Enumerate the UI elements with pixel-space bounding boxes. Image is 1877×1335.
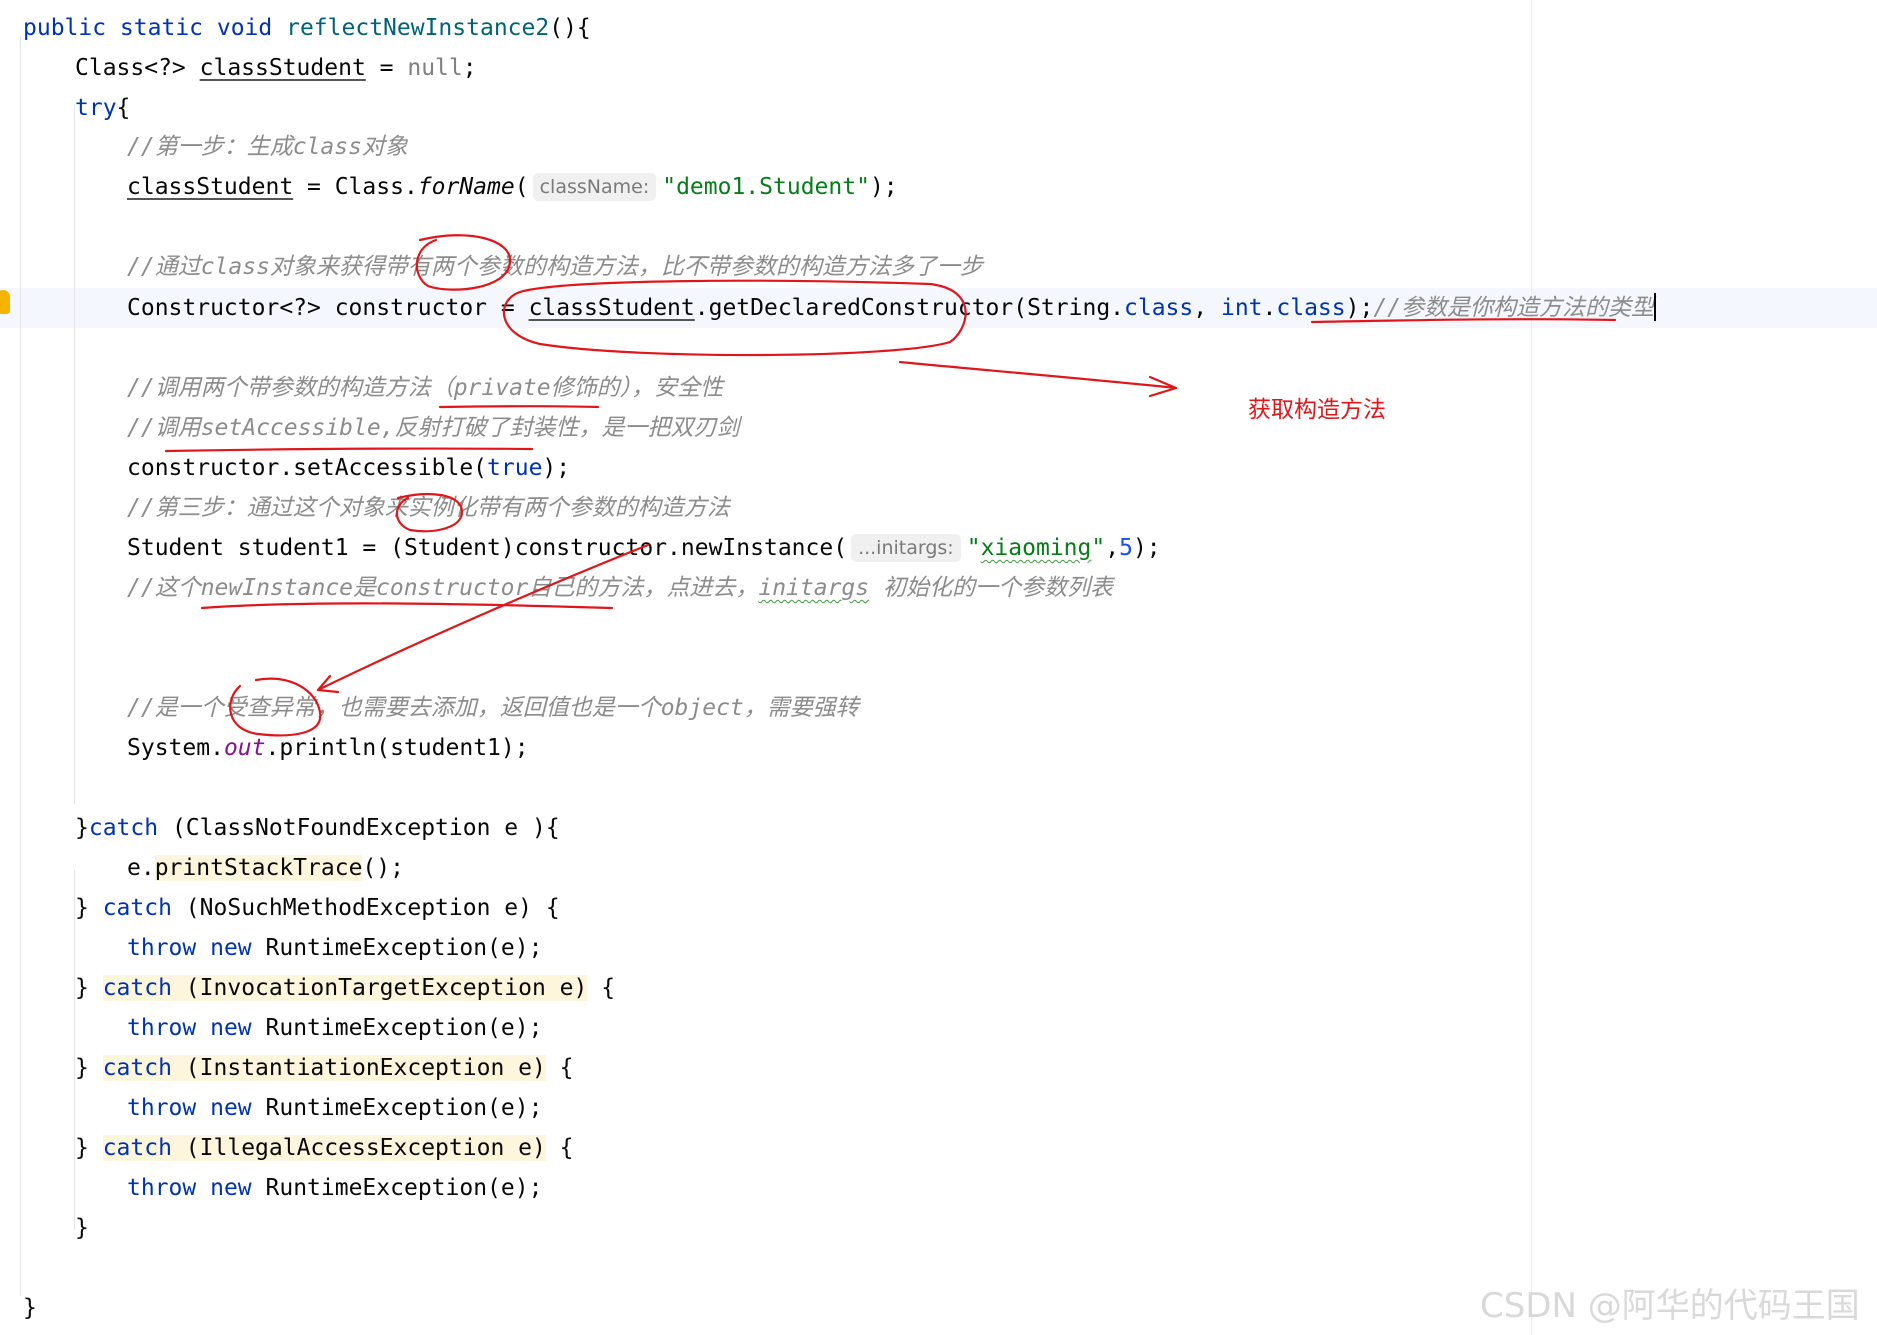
parameter-hint: className: [532, 173, 657, 201]
comment-line[interactable]: //是一个受查异常，也需要去添加，返回值也是一个object，需要强转 [127, 688, 859, 728]
method-params: (){ [549, 15, 591, 41]
comment-line[interactable]: //调用setAccessible,反射打破了封装性，是一把双刃剑 [127, 408, 740, 448]
code-line-catch[interactable]: }catch (ClassNotFoundException e ){ [75, 808, 560, 848]
code-line-forname[interactable]: classStudent = Class.forName(className: "… [127, 167, 898, 207]
null-keyword: null [407, 55, 463, 81]
variable-classStudent: classStudent [528, 295, 695, 321]
try-keyword: try [75, 95, 117, 121]
code-line-try-close[interactable]: } [75, 1208, 89, 1248]
code-line-throw[interactable]: throw new RuntimeException(e); [127, 1088, 542, 1128]
code-line-throw[interactable]: throw new RuntimeException(e); [127, 928, 542, 968]
number-literal: 5 [1119, 535, 1133, 561]
code-line-method-signature[interactable]: public static void reflectNewInstance2()… [23, 8, 591, 48]
code-line-println[interactable]: System.out.println(student1); [127, 728, 529, 768]
code-line-new-instance[interactable]: Student student1 = (Student)constructor.… [127, 528, 1161, 568]
code-line-throw[interactable]: throw new RuntimeException(e); [127, 1168, 542, 1208]
inline-comment: //参数是你构造方法的类型 [1373, 295, 1655, 321]
parameter-hint: ...initargs: [851, 534, 961, 562]
comment-line[interactable]: //第一步：生成class对象 [127, 127, 408, 167]
string-literal: xiaoming [980, 535, 1092, 561]
text-caret [1654, 293, 1657, 321]
watermark: CSDN @阿华的代码王国 [1480, 1286, 1860, 1326]
code-line-print-stack-trace[interactable]: e.printStackTrace(); [127, 848, 404, 888]
code-line-set-accessible[interactable]: constructor.setAccessible(true); [127, 448, 570, 488]
method-printStackTrace: printStackTrace [154, 855, 363, 881]
indent-guide [74, 104, 75, 804]
comment-line[interactable]: //第三步：通过这个对象来实例化带有两个参数的构造方法 [127, 488, 730, 528]
code-line-get-constructor[interactable]: Constructor<?> constructor = classStuden… [127, 288, 1657, 328]
static-field-out: out [223, 735, 266, 761]
code-line-declare-class[interactable]: Class<?> classStudent = null; [75, 48, 477, 88]
variable-classStudent: classStudent [127, 174, 294, 200]
catch-keyword: catch [88, 815, 159, 841]
code-line-catch[interactable]: } catch (InvocationTargetException e) { [75, 968, 615, 1008]
code-line-catch[interactable]: } catch (IllegalAccessException e) { [75, 1128, 574, 1168]
code-line-catch[interactable]: } catch (InstantiationException e) { [75, 1048, 574, 1088]
code-line-method-close[interactable]: } [23, 1288, 37, 1328]
method-forName: forName [417, 174, 515, 200]
lightbulb-icon[interactable] [0, 290, 10, 314]
string-literal: "demo1.Student" [662, 174, 870, 200]
code-line-try[interactable]: try{ [75, 88, 130, 128]
modifier-keywords: public static void [23, 15, 273, 41]
comment-line[interactable]: //这个newInstance是constructor自己的方法，点进去，ini… [127, 568, 1113, 608]
true-keyword: true [487, 455, 543, 481]
code-editor[interactable]: public static void reflectNewInstance2()… [0, 0, 1877, 1335]
comment-line[interactable]: //通过class对象来获得带有两个参数的构造方法，比不带参数的构造方法多了一步 [127, 247, 983, 287]
code-line-catch[interactable]: } catch (NoSuchMethodException e) { [75, 888, 560, 928]
comment-line[interactable]: //调用两个带参数的构造方法（private修饰的），安全性 [127, 368, 723, 408]
variable-classStudent: classStudent [199, 55, 366, 81]
annotation-note: 获取构造方法 [1248, 397, 1386, 423]
right-margin-guide [1531, 0, 1532, 1335]
indent-guide [20, 36, 21, 1296]
method-name: reflectNewInstance2 [286, 15, 550, 41]
code-line-throw[interactable]: throw new RuntimeException(e); [127, 1008, 542, 1048]
